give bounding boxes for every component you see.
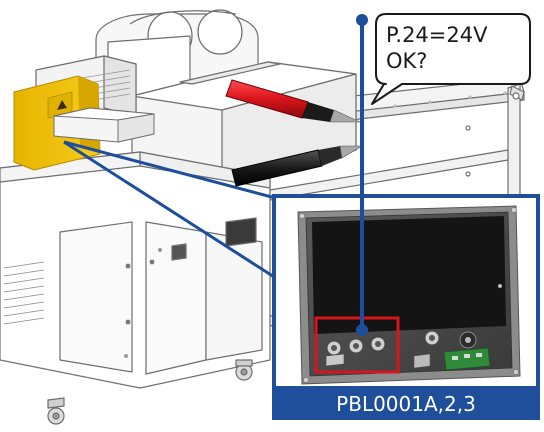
circuit-board [443, 347, 491, 371]
diagram-stage: PBL0001A,2,3 P.24=24V OK? [0, 0, 544, 432]
machine-illustration: PBL0001A,2,3 P.24=24V OK? [0, 9, 540, 425]
callout-line-1: P.24=24V [386, 23, 488, 47]
callout-line-2: OK? [386, 49, 427, 73]
inset-caption: PBL0001A,2,3 [336, 392, 476, 416]
rotary-switch [459, 331, 477, 349]
